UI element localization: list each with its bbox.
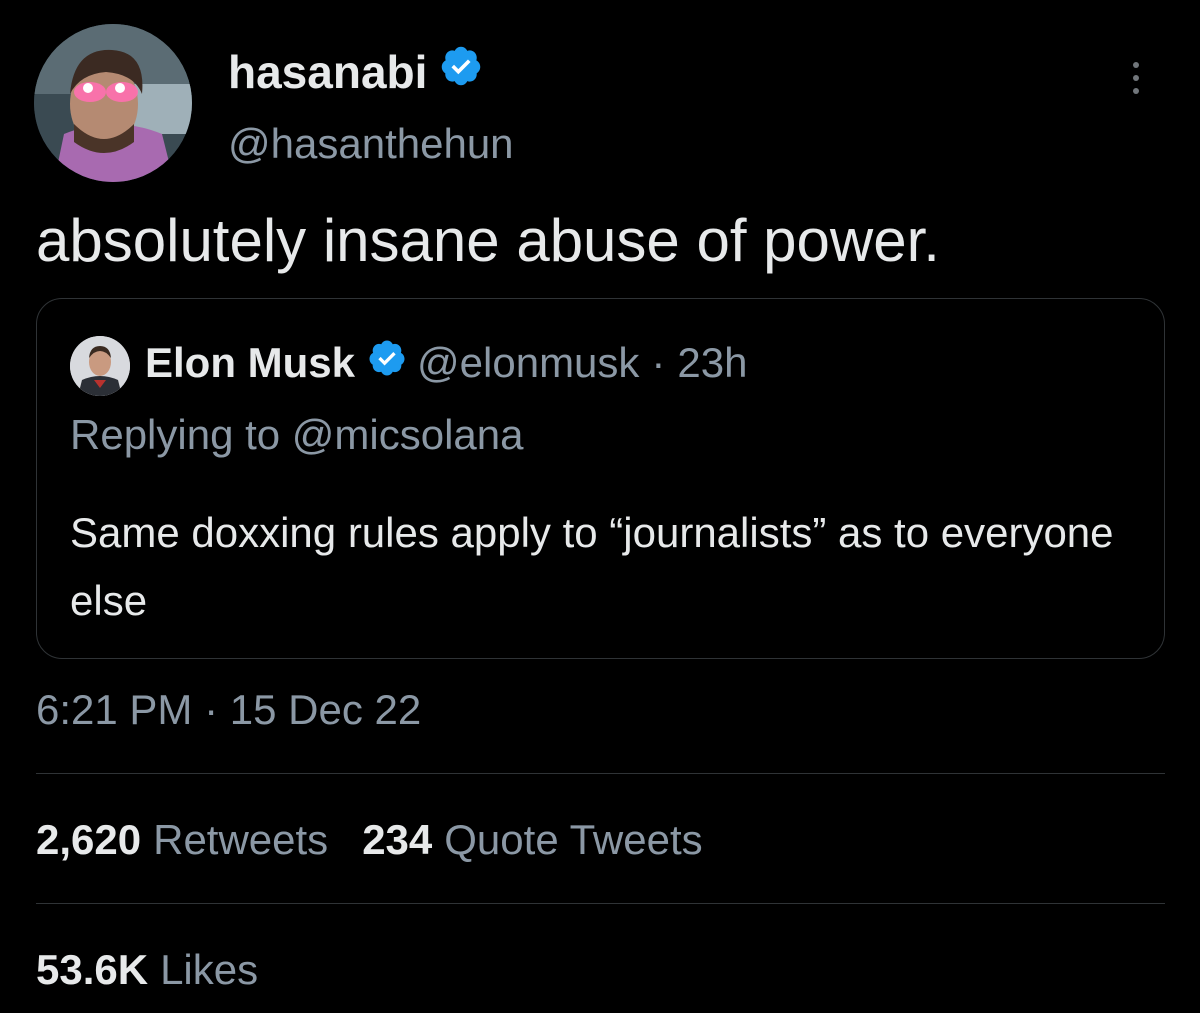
quoted-tweet-header: Elon Musk @elonmusk · 23h <box>145 335 748 391</box>
tweet-timestamp[interactable]: 6:21 PM · 15 Dec 22 <box>36 682 421 738</box>
quote-tweets-count: 234 <box>362 816 433 863</box>
verified-badge-icon <box>367 338 407 388</box>
replying-to-label[interactable]: Replying to @micsolana <box>70 407 524 463</box>
quote-tweets-stat[interactable]: 234 Quote Tweets <box>362 810 702 870</box>
likes-count: 53.6K <box>36 946 149 993</box>
verified-badge-icon <box>439 44 483 100</box>
author-display-name-row[interactable]: hasanabi <box>228 44 483 100</box>
engagement-stats-row: 2,620 Retweets 234 Quote Tweets <box>36 810 737 870</box>
likes-stat[interactable]: 53.6K Likes <box>36 940 292 1000</box>
quoted-tweet-text: Same doxxing rules apply to “journalists… <box>70 509 1114 624</box>
quote-tweets-label: Quote Tweets <box>444 816 703 863</box>
divider <box>36 903 1165 904</box>
quoted-author-name[interactable]: Elon Musk <box>145 339 355 387</box>
retweets-stat[interactable]: 2,620 Retweets <box>36 810 328 870</box>
author-avatar[interactable] <box>34 24 192 182</box>
divider <box>36 773 1165 774</box>
quoted-author-handle[interactable]: @elonmusk <box>417 339 639 387</box>
quoted-tweet-age[interactable]: 23h <box>677 339 747 387</box>
author-handle[interactable]: @hasanthehun <box>228 118 514 170</box>
tweet-text: absolutely insane abuse of power. <box>36 207 940 274</box>
quoted-author-avatar[interactable] <box>70 336 130 396</box>
author-display-name[interactable]: hasanabi <box>228 44 427 100</box>
retweets-count: 2,620 <box>36 816 142 863</box>
likes-label: Likes <box>160 946 259 993</box>
quoted-tweet-card[interactable]: Elon Musk @elonmusk · 23h Replying to @m… <box>36 298 1165 659</box>
more-options-icon[interactable] <box>1116 52 1156 104</box>
retweets-label: Retweets <box>153 816 329 863</box>
separator-dot: · <box>651 339 666 386</box>
